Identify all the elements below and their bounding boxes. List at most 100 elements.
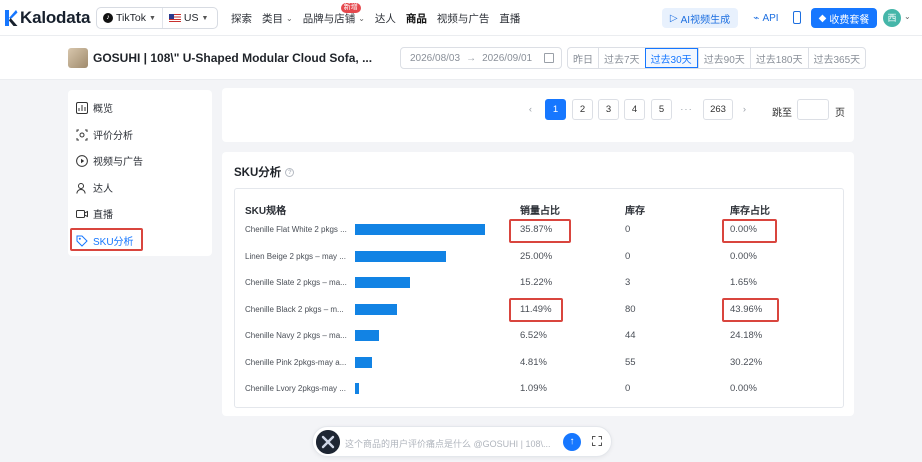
chevron-down-icon: ⌄: [286, 13, 293, 23]
page-button[interactable]: 4: [624, 99, 645, 120]
page-label: 页: [835, 108, 845, 119]
chart-icon: [76, 101, 88, 114]
kalodata-logo-icon: [5, 10, 18, 26]
phone-icon[interactable]: [793, 11, 801, 24]
help-icon[interactable]: ?: [285, 167, 295, 177]
api-button[interactable]: ⌁ API: [748, 8, 784, 28]
page-button-last[interactable]: 263: [703, 99, 733, 120]
date-start: 2026/08/03: [410, 52, 461, 64]
sales-share-value: 25.00%: [520, 250, 553, 262]
nav-live[interactable]: 直播: [499, 11, 520, 26]
col-header-stock-share: 库存占比: [730, 206, 770, 217]
next-page-button[interactable]: ›: [734, 99, 755, 120]
stock-share-value: 30.22%: [730, 356, 763, 368]
app-label: TikTok: [116, 12, 146, 24]
sidebar-item-label: 直播: [93, 210, 113, 221]
ai-video-label: AI视频生成: [680, 14, 731, 26]
stock-value: 0: [625, 250, 631, 262]
highlight-box-sales-share-1: [509, 219, 571, 243]
jump-label: 跳至: [772, 108, 792, 119]
stock-value: 0: [625, 224, 631, 235]
sidebar-item-video-ads[interactable]: 视频与广告: [76, 153, 143, 168]
platform-selector[interactable]: ♪ TikTok ▼ US ▼: [96, 7, 218, 29]
nav-label: 探索: [231, 12, 252, 25]
avatar[interactable]: 西: [883, 9, 901, 27]
highlight-box-sales-share-4: [509, 298, 563, 322]
send-button[interactable]: ↑: [563, 433, 581, 451]
prev-page-button[interactable]: ‹: [520, 99, 541, 120]
sales-share-value: 15.22%: [520, 277, 553, 288]
stock-share-value: 0.00%: [730, 250, 757, 262]
live-icon: [76, 209, 88, 218]
app-selector[interactable]: ♪ TikTok ▼: [97, 8, 162, 28]
sidebar-item-overview[interactable]: 概览: [76, 100, 113, 115]
nav-explore[interactable]: 探索: [231, 11, 252, 26]
logo[interactable]: Kalodata: [4, 8, 90, 28]
page-button[interactable]: 1: [545, 99, 566, 120]
page-button[interactable]: 5: [651, 99, 672, 120]
table-row: Chenille Slate 2 pkgs – ma... 15.22% 3 1.65…: [235, 270, 843, 296]
stock-value: 3: [625, 277, 631, 288]
nav-category[interactable]: 类目 ⌄: [262, 11, 293, 26]
review-icon: [76, 129, 88, 140]
ai-question-input[interactable]: 这个商品的用户评价痛点是什么 @GOSUHI | 108\...: [345, 437, 555, 450]
sales-share-bar: [355, 383, 359, 394]
nav-video-ads[interactable]: 视频与广告: [437, 11, 490, 26]
sku-name: Chenille Navy 2 pkgs – ma...: [245, 331, 347, 340]
caret-down-icon: ▼: [201, 14, 209, 22]
period-180d[interactable]: 过去180天: [749, 48, 808, 68]
sidebar-item-label: 视频与广告: [93, 157, 143, 168]
nav-brand-shop[interactable]: 品牌与店铺 ⌄ 新增: [303, 2, 365, 26]
sku-title-text: SKU分析: [234, 167, 282, 179]
sidebar-item-label: 达人: [93, 184, 113, 195]
caret-down-icon: ▼: [148, 14, 156, 22]
product-title: GOSUHI | 108\" U-Shaped Modular Cloud So…: [93, 51, 373, 65]
page-button[interactable]: 3: [598, 99, 619, 120]
expand-icon[interactable]: [592, 436, 602, 446]
sidebar-item-creators[interactable]: 达人: [76, 180, 113, 195]
period-7d[interactable]: 过去7天: [598, 48, 645, 68]
table-row: Chenille Pink 2pkgs-may a... 4.81% 55 30.22…: [235, 350, 843, 376]
nav-label: 视频与广告: [436, 12, 490, 25]
table-row: Linen Beige 2 pkgs – may ... 25.00% 0 0.00%: [235, 244, 843, 270]
period-30d[interactable]: 过去30天: [644, 48, 698, 68]
period-365d[interactable]: 过去365天: [807, 48, 866, 68]
page-button[interactable]: 2: [572, 99, 593, 120]
ai-assistant-icon[interactable]: [316, 430, 340, 454]
region-label: US: [183, 12, 199, 24]
code-icon: ⌁: [753, 12, 760, 24]
region-selector[interactable]: US ▼: [161, 8, 215, 28]
user-icon: [76, 182, 86, 194]
stock-value: 80: [625, 303, 636, 315]
nav-label: 商品: [405, 12, 427, 25]
stock-value: 44: [625, 330, 636, 341]
sidebar-item-reviews[interactable]: 评价分析: [76, 127, 133, 142]
ai-sparkle-icon: ▷: [669, 12, 678, 24]
nav-creators[interactable]: 达人: [375, 11, 396, 26]
stock-share-value: 1.65%: [730, 277, 757, 288]
col-header-spec: SKU规格: [245, 206, 287, 217]
main-nav: 探索 类目 ⌄ 品牌与店铺 ⌄ 新增 达人 商品 视频与广告 直播: [231, 0, 530, 36]
sku-name: Chenille Black 2 pkgs – m...: [245, 304, 344, 314]
sales-share-bar: [355, 303, 397, 315]
period-90d[interactable]: 过去90天: [697, 48, 750, 68]
chevron-down-icon[interactable]: ⌄: [904, 12, 911, 21]
period-yesterday[interactable]: 昨日: [568, 48, 598, 68]
highlight-box-stock-share-1: [722, 219, 777, 243]
ai-video-button[interactable]: ▷ AI视频生成: [662, 8, 738, 28]
pagination-ellipsis: ···: [676, 99, 697, 120]
sidebar-item-live[interactable]: 直播: [76, 206, 113, 221]
tiktok-icon: ♪: [103, 13, 113, 23]
sku-title: SKU分析 ?: [234, 164, 295, 180]
sku-name: Chenille Flat White 2 pkgs ...: [245, 225, 347, 234]
product-header: GOSUHI | 108\" U-Shaped Modular Cloud So…: [0, 36, 922, 80]
pricing-button[interactable]: ◆ 收费套餐: [811, 8, 877, 28]
nav-label: 达人: [374, 12, 396, 25]
calendar-icon: [544, 53, 554, 63]
pagination-card: ‹ 1 2 3 4 5 ··· 263 › 跳至 页: [222, 88, 854, 142]
jump-page-input[interactable]: [797, 99, 829, 120]
nav-products[interactable]: 商品: [406, 11, 427, 26]
sales-share-bar: [355, 356, 373, 368]
date-range-picker[interactable]: 2026/08/03 → 2026/09/01: [400, 47, 562, 69]
sku-name: Linen Beige 2 pkgs – may ...: [245, 251, 346, 261]
